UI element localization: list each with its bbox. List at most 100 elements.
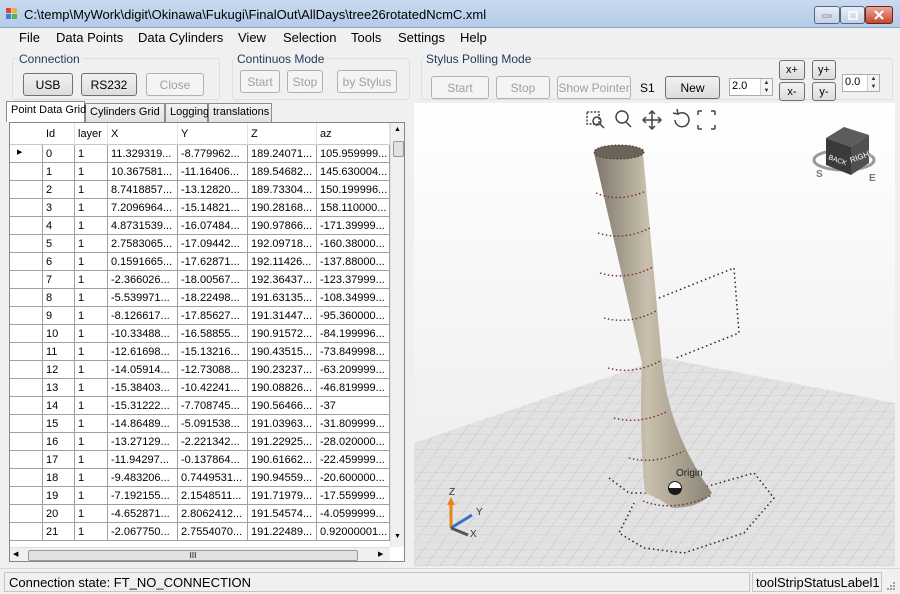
menu-tools[interactable]: Tools [351,30,381,45]
cell-y[interactable]: -15.14821... [178,199,248,217]
cell-y[interactable]: -10.42241... [178,379,248,397]
row-header[interactable] [10,307,43,325]
cell-x[interactable]: -11.94297... [108,451,178,469]
row-header[interactable] [10,163,43,181]
row-header[interactable] [10,181,43,199]
column-header-z[interactable]: Z [248,123,317,145]
by-stylus-button[interactable]: by Stylus [337,70,397,93]
horizontal-scrollbar[interactable]: ◀ III ▶ [10,547,390,561]
cell-z[interactable]: 192.11426... [248,253,317,271]
cell-id[interactable]: 16 [43,433,75,451]
resize-grip-icon[interactable] [886,581,896,591]
cell-x[interactable]: -14.05914... [108,361,178,379]
column-header-id[interactable]: Id [43,123,75,145]
row-header[interactable] [10,433,43,451]
x-plus-button[interactable]: x+ [779,60,805,80]
show-pointer-button[interactable]: Show Pointer [557,76,631,99]
offset-spinner[interactable]: 0.0 ▲ ▼ [842,74,880,92]
stylus-stop-button[interactable]: Stop [496,76,550,99]
cell-az[interactable]: -28.020000... [317,433,390,451]
cell-x[interactable]: 7.2096964... [108,199,178,217]
cell-x[interactable]: -9.483206... [108,469,178,487]
scroll-right-icon[interactable]: ▶ [378,550,383,558]
row-header[interactable] [10,361,43,379]
cell-az[interactable]: -17.559999... [317,487,390,505]
cell-y[interactable]: -7.708745... [178,397,248,415]
cell-layer[interactable]: 1 [75,163,108,181]
cell-z[interactable]: 191.31447... [248,307,317,325]
scroll-down-icon[interactable]: ▼ [394,533,401,540]
x-minus-button[interactable]: x- [779,82,805,101]
cell-id[interactable]: 5 [43,235,75,253]
cell-x[interactable]: 10.367581... [108,163,178,181]
cell-layer[interactable]: 1 [75,289,108,307]
cell-y[interactable]: -8.779962... [178,145,248,163]
cell-layer[interactable]: 1 [75,361,108,379]
cell-y[interactable]: -18.22498... [178,289,248,307]
row-header[interactable] [10,343,43,361]
cell-x[interactable]: -4.652871... [108,505,178,523]
cell-y[interactable]: -5.091538... [178,415,248,433]
close-window-button[interactable] [865,6,893,24]
cell-y[interactable]: -11.16406... [178,163,248,181]
menu-data-cylinders[interactable]: Data Cylinders [138,30,223,45]
row-header[interactable] [10,523,43,541]
column-header-layer[interactable]: layer [75,123,108,145]
cell-z[interactable]: 191.22489... [248,523,317,541]
scroll-up-icon[interactable]: ▲ [394,126,401,133]
cell-layer[interactable]: 1 [75,325,108,343]
row-header[interactable] [10,325,43,343]
row-header[interactable] [10,487,43,505]
3d-viewport[interactable]: Origin BACK RIGHT S E Z Y X [414,103,895,566]
row-header[interactable] [10,451,43,469]
cell-layer[interactable]: 1 [75,415,108,433]
cell-z[interactable]: 191.22925... [248,433,317,451]
menu-data-points[interactable]: Data Points [56,30,123,45]
y-plus-button[interactable]: y+ [812,60,836,80]
cell-y[interactable]: -15.13216... [178,343,248,361]
cell-id[interactable]: 3 [43,199,75,217]
cell-az[interactable]: -137.88000... [317,253,390,271]
tab-cylinders-grid[interactable]: Cylinders Grid [85,103,165,122]
cell-layer[interactable]: 1 [75,181,108,199]
cell-layer[interactable]: 1 [75,397,108,415]
cell-x[interactable]: 2.7583065... [108,235,178,253]
cell-z[interactable]: 192.36437... [248,271,317,289]
vertical-scrollbar[interactable]: ▲ ▼ [390,123,404,547]
horizontal-scroll-thumb[interactable]: III [28,550,358,561]
cell-id[interactable]: 0 [43,145,75,163]
cell-y[interactable]: -17.62871... [178,253,248,271]
cell-z[interactable]: 192.09718... [248,235,317,253]
menu-view[interactable]: View [238,30,266,45]
row-header[interactable] [10,415,43,433]
cell-z[interactable]: 190.23237... [248,361,317,379]
cell-az[interactable]: -171.39999... [317,217,390,235]
cell-x[interactable]: 8.7418857... [108,181,178,199]
cell-az[interactable]: 0.92000001... [317,523,390,541]
row-header[interactable] [10,199,43,217]
close-connection-button[interactable]: Close [146,73,204,96]
vertical-scroll-thumb[interactable] [393,141,404,157]
cell-y[interactable]: -2.221342... [178,433,248,451]
cell-layer[interactable]: 1 [75,487,108,505]
cell-y[interactable]: -17.09442... [178,235,248,253]
cell-id[interactable]: 2 [43,181,75,199]
row-header[interactable] [10,217,43,235]
column-header-x[interactable]: X [108,123,178,145]
row-header[interactable] [10,397,43,415]
cell-layer[interactable]: 1 [75,505,108,523]
cell-layer[interactable]: 1 [75,307,108,325]
tab-translations[interactable]: translations [208,103,272,122]
row-header[interactable] [10,505,43,523]
cell-az[interactable]: -84.199996... [317,325,390,343]
tab-logging[interactable]: Logging [165,103,209,122]
cell-id[interactable]: 14 [43,397,75,415]
new-button[interactable]: New [665,76,720,99]
cell-y[interactable]: -13.12820... [178,181,248,199]
cell-id[interactable]: 12 [43,361,75,379]
row-header[interactable]: ▶ [10,145,43,163]
cell-z[interactable]: 191.03963... [248,415,317,433]
cell-z[interactable]: 190.61662... [248,451,317,469]
row-header[interactable] [10,379,43,397]
row-header[interactable] [10,469,43,487]
